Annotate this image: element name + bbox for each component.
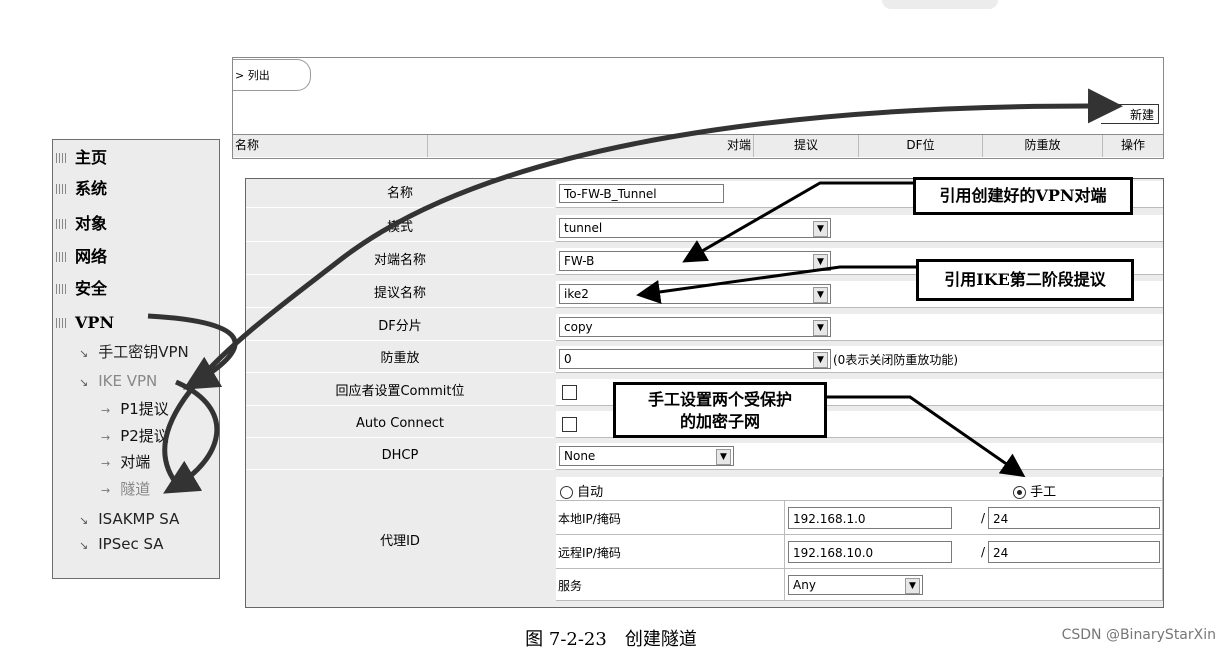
arrow-peer-ref: [682, 181, 915, 263]
arrow-ike-ref: [636, 265, 918, 304]
figure-caption: 图 7-2-23 创建隧道: [525, 629, 697, 650]
callout-manual: 手工设置两个受保护 的加密子网: [613, 382, 827, 438]
callout-ike-ref: 引用IKE第二阶段提议: [916, 259, 1134, 301]
callout-peer-ref: 引用创建好的VPN对端: [913, 177, 1133, 215]
arrow-manual: [826, 395, 1026, 478]
annotation-arrows: [147, 88, 1123, 494]
curve-arrow-vpn: [147, 313, 238, 390]
watermark: CSDN @BinaryStarXin: [1061, 627, 1216, 643]
callout-manual-line1: 手工设置两个受保护: [647, 390, 792, 409]
callout-manual-line2: 的加密子网: [679, 412, 760, 431]
